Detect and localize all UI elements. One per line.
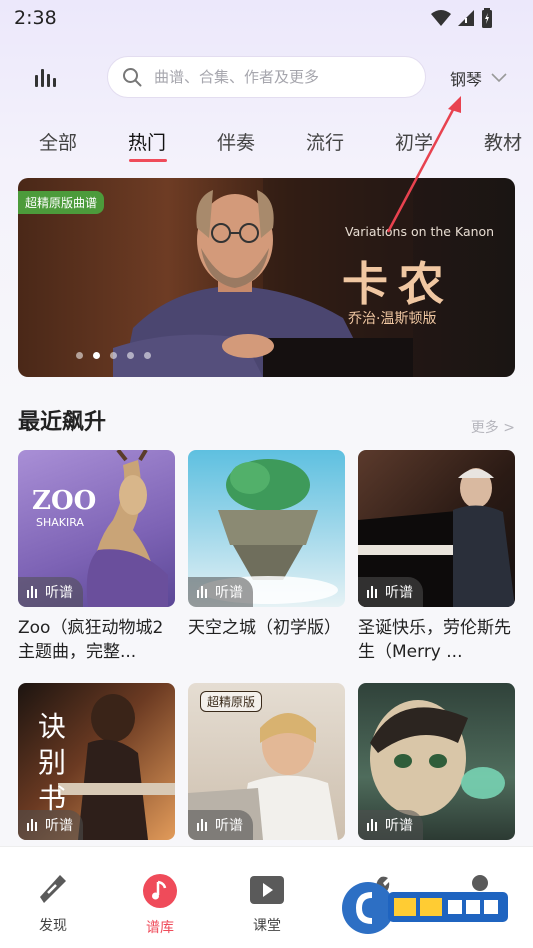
pagination-dot[interactable] — [76, 352, 83, 359]
tab-beginner[interactable]: 初学 — [395, 128, 433, 155]
nav-discover-label: 发现 — [39, 918, 67, 934]
search-bar[interactable] — [107, 56, 426, 98]
nav-discover[interactable]: 发现 — [18, 873, 88, 935]
tab-textbook[interactable]: 教材 — [484, 128, 522, 155]
listen-label: 听谱 — [215, 585, 243, 601]
banner-byline: 乔治·温斯顿版 — [348, 311, 437, 327]
audio-bars-icon — [27, 586, 37, 598]
score-cover[interactable]: 听谱 — [358, 450, 515, 607]
listen-label: 听谱 — [215, 818, 243, 834]
score-card[interactable]: 超精原版 听谱 — [188, 683, 345, 840]
top-bar: 钢琴 — [0, 56, 533, 98]
score-card[interactable]: 听谱 — [358, 683, 515, 840]
active-tab-indicator — [129, 159, 167, 162]
cover-artist-text: SHAKIRA — [36, 516, 84, 529]
nav-classroom-label: 课堂 — [253, 918, 281, 934]
signal-icon — [458, 10, 474, 26]
listen-label: 听谱 — [385, 818, 413, 834]
play-video-icon — [250, 876, 284, 904]
more-link[interactable]: 更多 > — [471, 417, 515, 437]
listen-button[interactable]: 听谱 — [188, 577, 253, 607]
audio-bars-icon — [27, 819, 37, 831]
tab-all[interactable]: 全部 — [39, 128, 77, 155]
score-cover[interactable]: 诀别书 听谱 — [18, 683, 175, 840]
listen-button[interactable]: 听谱 — [188, 810, 253, 840]
audio-bars-icon — [197, 819, 207, 831]
chevron-down-icon — [491, 73, 507, 83]
banner-title: 卡农 — [342, 257, 454, 311]
featured-banner[interactable]: 超精原版曲谱 Variations on the Kanon 卡农 乔治·温斯顿… — [18, 178, 515, 377]
cover-title-text: ZOO — [32, 486, 97, 516]
score-cover[interactable]: 听谱 — [358, 683, 515, 840]
cover-title-text: 诀别书 — [38, 710, 67, 815]
nav-classroom[interactable]: 课堂 — [232, 873, 302, 935]
pagination-dot-active[interactable] — [93, 352, 100, 359]
listen-label: 听谱 — [385, 585, 413, 601]
banner-tag: 超精原版曲谱 — [18, 191, 105, 214]
watermark-logo — [342, 882, 508, 934]
status-bar: 2:38 — [0, 0, 533, 36]
section-title: 最近飙升 — [18, 410, 107, 435]
search-icon — [123, 68, 142, 87]
music-note-icon — [143, 874, 177, 908]
listen-button[interactable]: 听谱 — [18, 577, 83, 607]
nav-library[interactable]: 谱库 — [125, 873, 195, 937]
tab-pop[interactable]: 流行 — [306, 128, 344, 155]
score-card[interactable]: ZOO SHAKIRA 听谱 Zoo（疯狂动物城2主题曲，完整... — [18, 450, 175, 664]
tab-accompaniment[interactable]: 伴奏 — [217, 128, 255, 155]
pagination-dot[interactable] — [144, 352, 151, 359]
score-card[interactable]: 听谱 圣诞快乐，劳伦斯先生（Merry ... — [358, 450, 515, 664]
listen-button[interactable]: 听谱 — [358, 577, 423, 607]
instrument-selector[interactable]: 钢琴 — [450, 66, 508, 90]
category-tabs: 全部 热门 伴奏 流行 初学 教材 — [0, 124, 533, 164]
search-input[interactable] — [154, 68, 404, 86]
score-cover[interactable]: ZOO SHAKIRA 听谱 — [18, 450, 175, 607]
score-title[interactable]: 圣诞快乐，劳伦斯先生（Merry ... — [358, 616, 515, 664]
audio-bars-icon — [197, 586, 207, 598]
battery-icon — [482, 8, 492, 28]
banner-pagination — [76, 352, 151, 359]
score-title[interactable]: Zoo（疯狂动物城2主题曲，完整... — [18, 616, 175, 664]
score-card[interactable]: 诀别书 听谱 — [18, 683, 175, 840]
audio-bars-icon — [367, 819, 377, 831]
tuner-icon[interactable] — [32, 65, 58, 91]
score-title[interactable]: 天空之城（初学版） — [188, 616, 345, 664]
wifi-icon — [431, 10, 451, 26]
cover-badge: 超精原版 — [200, 691, 263, 712]
tab-hot[interactable]: 热门 — [128, 128, 166, 155]
listen-button[interactable]: 听谱 — [18, 810, 83, 840]
score-cover[interactable]: 超精原版 听谱 — [188, 683, 345, 840]
score-cover[interactable]: 听谱 — [188, 450, 345, 607]
status-icons — [431, 8, 493, 28]
discover-icon — [40, 875, 66, 903]
listen-label: 听谱 — [45, 585, 73, 601]
listen-label: 听谱 — [45, 818, 73, 834]
audio-bars-icon — [367, 586, 377, 598]
banner-subtitle: Variations on the Kanon — [345, 224, 495, 239]
score-card[interactable]: 听谱 天空之城（初学版） — [188, 450, 345, 664]
pagination-dot[interactable] — [110, 352, 117, 359]
pagination-dot[interactable] — [127, 352, 134, 359]
listen-button[interactable]: 听谱 — [358, 810, 423, 840]
nav-library-label: 谱库 — [146, 920, 174, 936]
instrument-label: 钢琴 — [450, 70, 483, 89]
status-time: 2:38 — [14, 7, 57, 29]
